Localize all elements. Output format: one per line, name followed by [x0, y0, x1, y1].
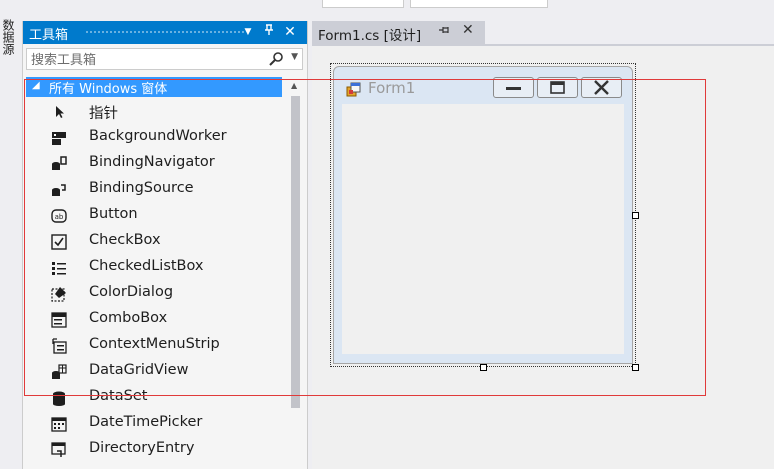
side-strip: 数据源: [0, 9, 22, 469]
pointer-icon: [56, 106, 64, 118]
binding-navigator-icon: [52, 156, 67, 170]
form-close-button[interactable]: [581, 77, 622, 98]
toolbox-scrollbar[interactable]: ▲: [289, 79, 301, 469]
tool-item-bindingsource[interactable]: BindingSource: [26, 177, 286, 203]
tab-pin-icon[interactable]: [438, 24, 450, 39]
scroll-up-icon[interactable]: ▲: [291, 81, 297, 90]
tool-item-pointer[interactable]: 指针: [26, 99, 286, 125]
tool-item-bindingnavigator[interactable]: BindingNavigator: [26, 151, 286, 177]
group-header-label: 所有 Windows 窗体: [49, 82, 168, 97]
close-icon[interactable]: ✕: [281, 23, 299, 41]
tool-item-label: ColorDialog: [89, 284, 174, 300]
close-icon: [594, 80, 609, 95]
tool-item-checkbox[interactable]: CheckBox: [26, 229, 286, 255]
search-icon[interactable]: [268, 51, 284, 67]
pin-icon[interactable]: [260, 23, 278, 41]
minimize-icon: [506, 87, 521, 90]
tool-item-label: DateTimePicker: [89, 414, 203, 430]
data-sources-tab[interactable]: 数据源: [0, 19, 16, 79]
toolbox-title-bar: 工具箱 ▼ ✕: [23, 21, 307, 44]
tool-item-directoryentry[interactable]: DirectoryEntry: [26, 437, 286, 463]
tool-item-label: CheckBox: [89, 232, 161, 248]
tool-item-label: ContextMenuStrip: [89, 336, 220, 352]
checked-list-box-icon: [52, 262, 66, 275]
toolbox-search-input[interactable]: [29, 50, 269, 70]
combo-box-icon: [51, 312, 67, 328]
toolbox-panel: 工具箱 ▼ ✕ ▼ ◢ 所有 Windows 窗体 指针 BackgroundW…: [22, 21, 308, 469]
tool-item-button[interactable]: ab Button: [26, 203, 286, 229]
tab-label: Form1.cs [设计]: [318, 28, 422, 44]
resize-handle-bottom-right[interactable]: [632, 364, 639, 371]
tool-item-colordialog[interactable]: ColorDialog: [26, 281, 286, 307]
scrollbar-thumb[interactable]: [291, 96, 300, 408]
collapse-arrow-icon[interactable]: ◢: [32, 80, 40, 91]
form-title: Form1: [368, 79, 416, 97]
svg-text:ab: ab: [55, 213, 64, 221]
context-menu-strip-icon: [52, 338, 67, 354]
tool-item-checkedlistbox[interactable]: CheckedListBox: [26, 255, 286, 281]
form-app-icon: [346, 82, 361, 97]
tool-item-backgroundworker[interactable]: BackgroundWorker: [26, 125, 286, 151]
checkbox-icon: [51, 234, 67, 250]
dataset-icon: [53, 391, 65, 406]
background-worker-icon: [52, 132, 66, 145]
form-minimize-button[interactable]: [493, 77, 534, 98]
tab-close-icon[interactable]: ✕: [462, 22, 474, 38]
tool-item-label: 指针: [89, 106, 118, 122]
resize-handle-bottom[interactable]: [480, 364, 487, 371]
toolbox-title: 工具箱: [29, 28, 69, 43]
data-grid-view-icon: [52, 364, 67, 379]
date-time-picker-icon: [51, 417, 67, 432]
tool-item-datetimepicker[interactable]: DateTimePicker: [26, 411, 286, 437]
search-options-dropdown-icon[interactable]: ▼: [291, 52, 298, 62]
tool-item-label: ComboBox: [89, 310, 168, 326]
directory-entry-icon: [51, 442, 66, 457]
binding-source-icon: [52, 184, 66, 196]
tool-item-dataset[interactable]: DataSet: [26, 385, 286, 411]
toolbox-search[interactable]: ▼: [26, 48, 303, 70]
tool-item-label: CheckedListBox: [89, 258, 204, 274]
form-client-area[interactable]: [342, 104, 624, 354]
tool-item-contextmenustrip[interactable]: ContextMenuStrip: [26, 333, 286, 359]
toolbar-combo-2[interactable]: [410, 0, 548, 8]
form-maximize-button[interactable]: [537, 77, 578, 98]
tool-item-combobox[interactable]: ComboBox: [26, 307, 286, 333]
tab-form1-design[interactable]: Form1.cs [设计] ✕: [312, 21, 485, 44]
title-grip: [85, 30, 245, 35]
tool-item-label: BindingNavigator: [89, 154, 215, 170]
color-dialog-icon: [51, 287, 66, 302]
tool-item-label: BackgroundWorker: [89, 128, 227, 144]
tool-item-label: DataGridView: [89, 362, 189, 378]
toolbox-list: ◢ 所有 Windows 窗体 指针 BackgroundWorker Bind…: [26, 77, 286, 469]
resize-handle-right[interactable]: [632, 212, 639, 219]
tool-item-label: DirectoryEntry: [89, 440, 195, 456]
top-toolbar: [0, 0, 774, 9]
tool-item-label: BindingSource: [89, 180, 194, 196]
button-icon: ab: [51, 209, 67, 223]
form-window[interactable]: Form1: [333, 66, 633, 364]
group-header-all-windows-forms[interactable]: ◢ 所有 Windows 窗体: [26, 77, 282, 97]
tool-item-label: Button: [89, 206, 138, 222]
tool-item-datagridview[interactable]: DataGridView: [26, 359, 286, 385]
maximize-icon: [550, 81, 565, 94]
toolbar-combo-1[interactable]: [322, 0, 404, 8]
tool-item-label: DataSet: [89, 388, 148, 404]
window-position-dropdown-icon[interactable]: ▼: [239, 23, 257, 41]
